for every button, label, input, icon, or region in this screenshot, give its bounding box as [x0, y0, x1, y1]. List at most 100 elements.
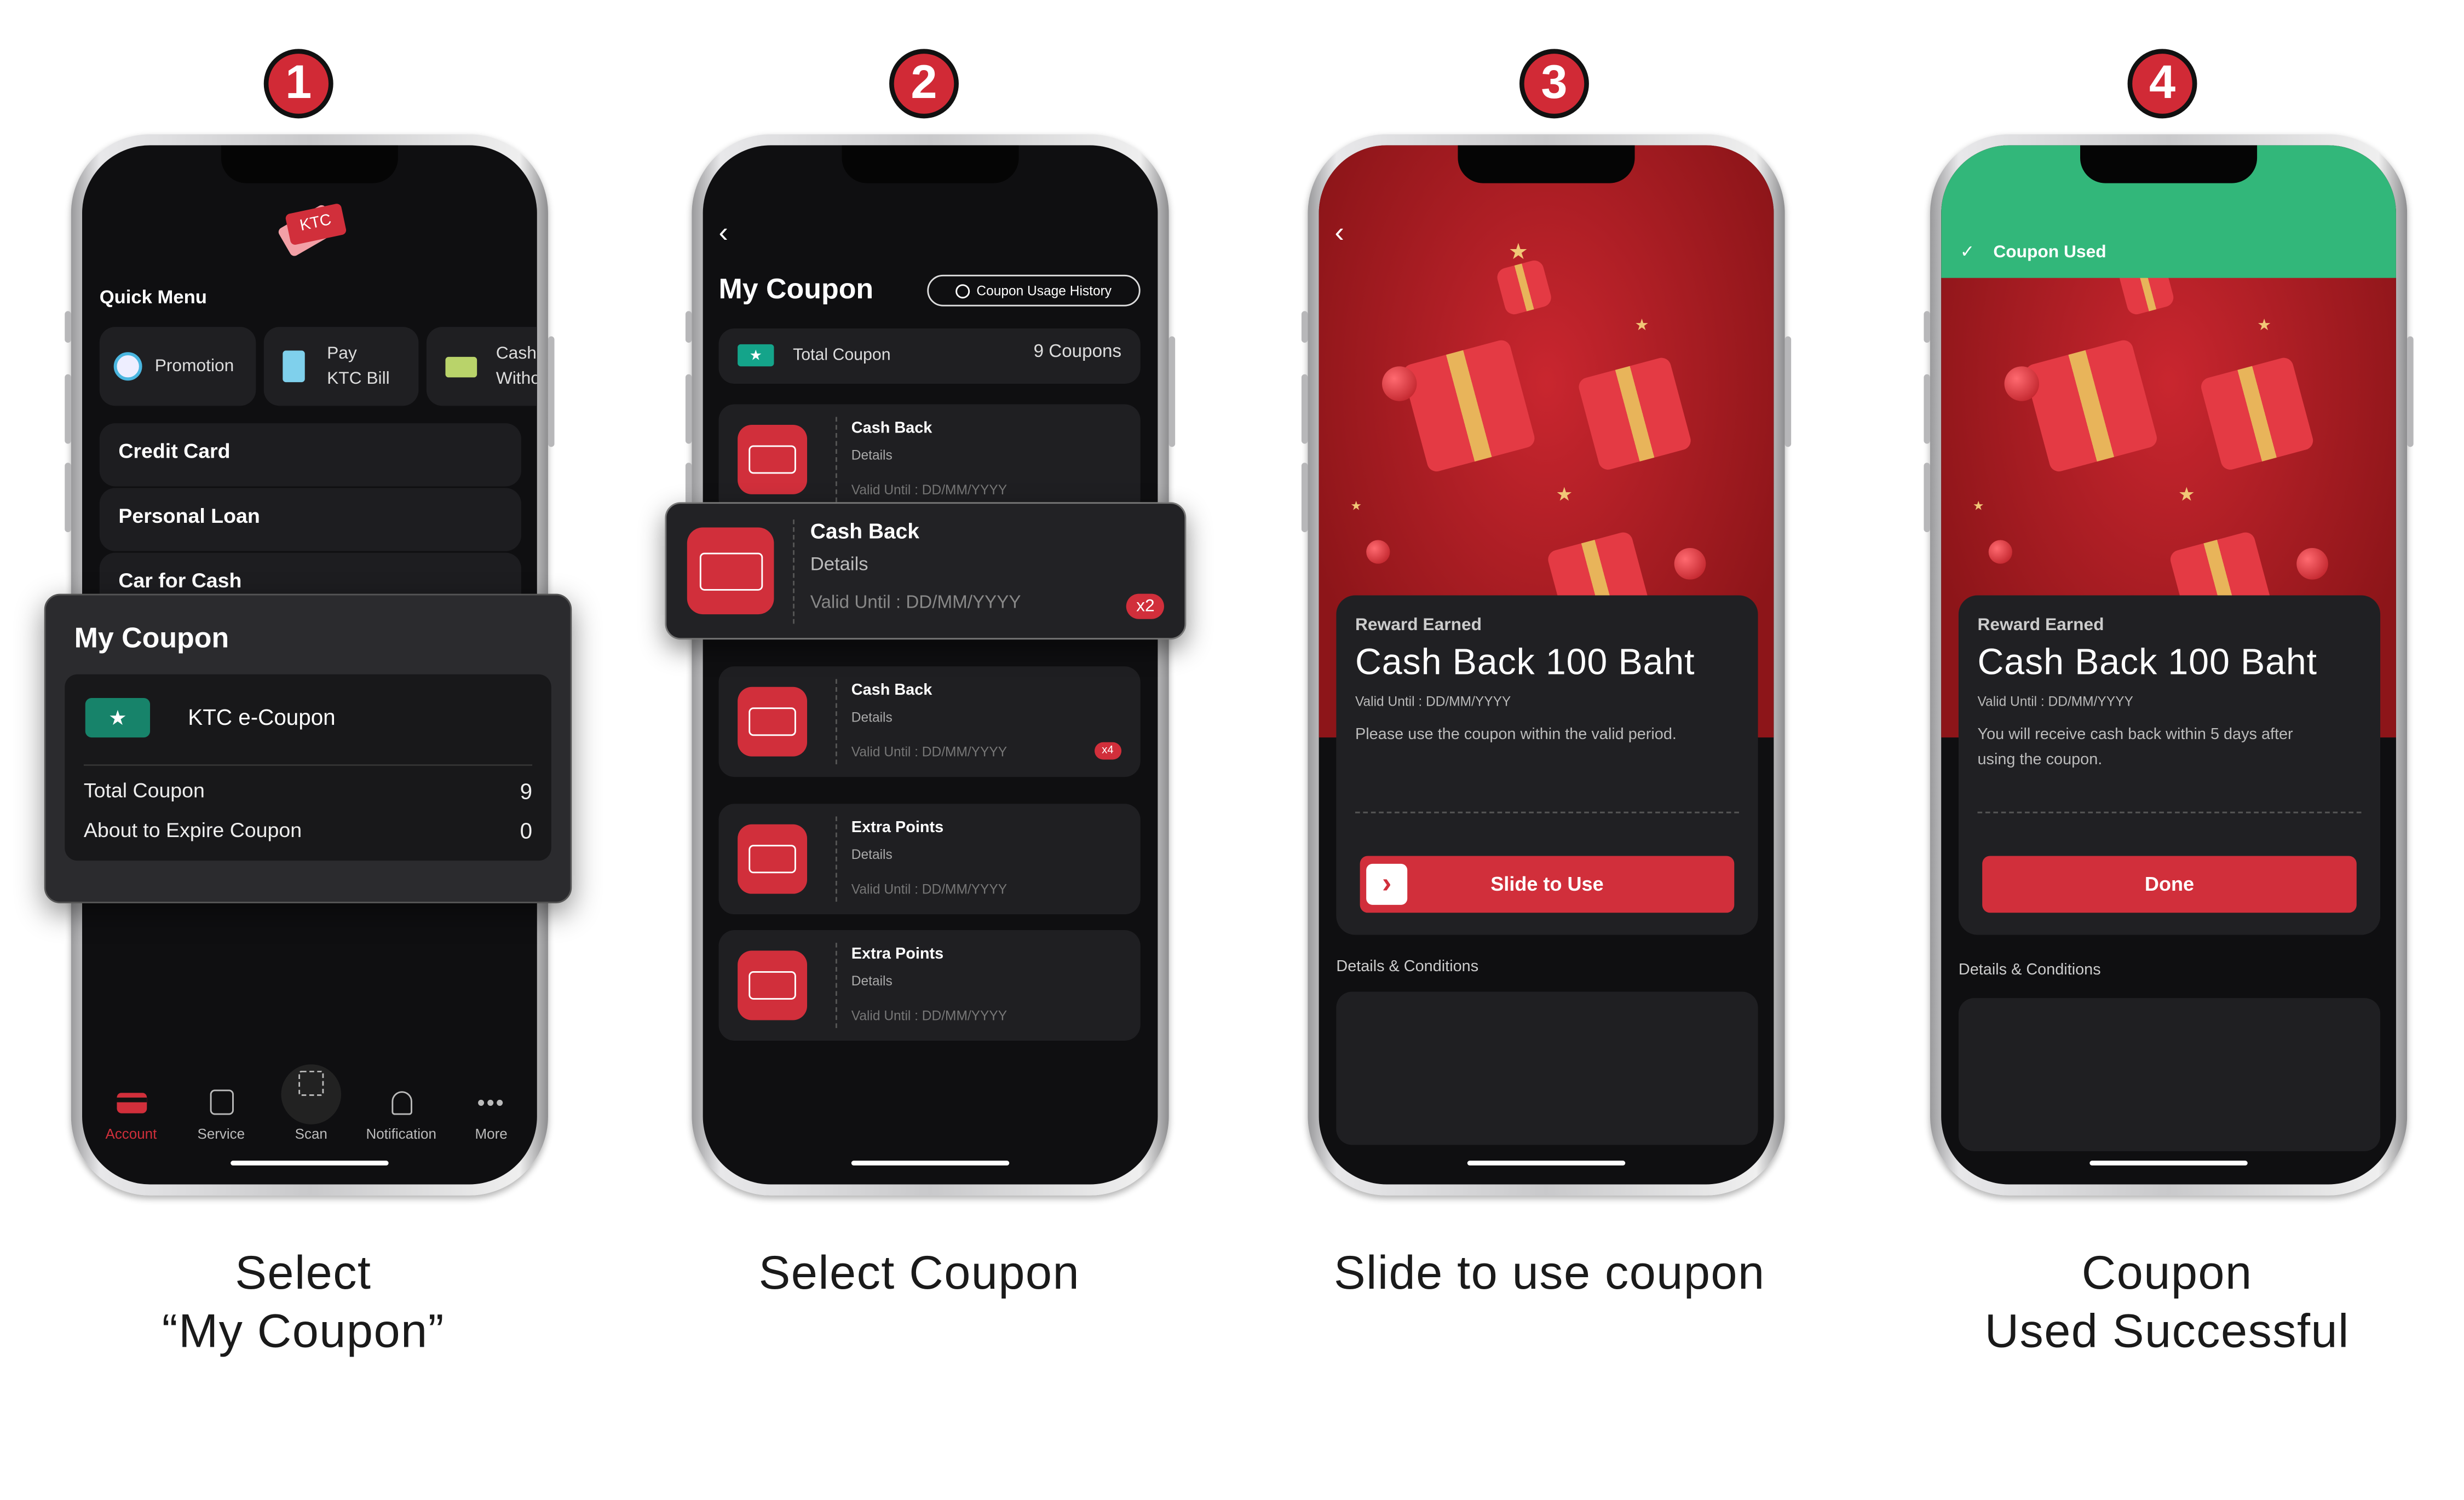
- step-badge-1: 1: [263, 49, 333, 119]
- home-indicator: [2089, 1161, 2248, 1166]
- nav-scan[interactable]: Scan: [267, 1070, 355, 1142]
- coupon-valid: Valid Until : DD/MM/YYYY: [851, 1007, 1008, 1024]
- my-coupon-title: My Coupon: [74, 622, 229, 654]
- gift-box-icon: [1401, 338, 1537, 474]
- nav-account[interactable]: Account: [87, 1087, 176, 1142]
- menu-row-personal-loan[interactable]: Personal Loan: [99, 488, 521, 551]
- done-button[interactable]: Done: [1982, 856, 2357, 913]
- gift-box-icon: [2023, 338, 2159, 474]
- store-icon: [209, 1089, 233, 1115]
- gift-box-icon: [1576, 355, 1693, 472]
- slide-label: Slide to Use: [1490, 873, 1604, 896]
- magnifier-question-icon: [113, 352, 142, 381]
- nav-label: Scan: [295, 1126, 327, 1142]
- nav-notification[interactable]: Notification: [357, 1087, 446, 1142]
- ornament-icon: [1674, 547, 1706, 580]
- phone-2: ‹ My Coupon Coupon Usage History ★ Total…: [685, 134, 1176, 1196]
- coupon-card[interactable]: Cash Back Details Valid Until : DD/MM/YYYY: [718, 404, 1141, 515]
- coupon-usage-history-button[interactable]: Coupon Usage History: [927, 274, 1141, 307]
- notch: [842, 145, 1019, 183]
- total-coupon-bar: ★ Total Coupon 9 Coupons: [718, 328, 1141, 384]
- details-conditions-box: [1958, 998, 2381, 1151]
- side-button: [65, 463, 71, 533]
- nav-label: More: [475, 1126, 508, 1142]
- coupon-count-badge: x4: [1093, 742, 1122, 760]
- ticket-icon: [738, 824, 808, 894]
- coupon-valid: Valid Until : DD/MM/YYYY: [810, 593, 1021, 613]
- menu-row-credit-card[interactable]: Credit Card: [99, 423, 521, 487]
- step-caption-2: Select Coupon: [635, 1244, 1204, 1303]
- back-chevron-icon[interactable]: ‹: [718, 216, 728, 250]
- cash-icon: [445, 356, 477, 377]
- nav-service[interactable]: Service: [177, 1087, 266, 1142]
- more-icon: •••: [477, 1089, 505, 1115]
- ktc-logo: KTC: [277, 203, 347, 258]
- nav-label: Service: [197, 1126, 245, 1142]
- quick-menu-pay-bill[interactable]: Pay KTC Bill: [263, 327, 419, 406]
- ticket-icon: [738, 950, 808, 1020]
- star-icon: ★: [1508, 238, 1529, 264]
- nav-more[interactable]: ••• More: [447, 1087, 536, 1142]
- button-label: Coupon Usage History: [976, 282, 1112, 299]
- reward-title: Cash Back 100 Baht: [1355, 641, 1695, 683]
- details-conditions-label: Details & Conditions: [1958, 961, 2101, 979]
- nav-label: Account: [105, 1126, 157, 1142]
- tile-label: Promotion: [154, 356, 234, 376]
- expire-coupon-value: 0: [520, 818, 533, 844]
- coupon-card[interactable]: Extra Points Details Valid Until : DD/MM/Y…: [718, 804, 1141, 915]
- dashed-divider: [1355, 811, 1739, 814]
- ornament-icon: [1988, 540, 2012, 564]
- star-icon: ★: [1350, 499, 1362, 514]
- home-indicator: [231, 1161, 389, 1166]
- ornament-icon: [1382, 366, 1417, 401]
- coupon-ticket-icon: ★: [85, 697, 151, 738]
- chevron-right-icon[interactable]: ›: [1366, 863, 1408, 905]
- my-coupon-card[interactable]: My Coupon ★ KTC e-Coupon Total Coupon 9 …: [44, 593, 572, 903]
- coupon-title: Extra Points: [851, 945, 944, 964]
- tile-label: Pay: [327, 344, 357, 364]
- coupon-valid: Valid Until : DD/MM/YYYY: [851, 881, 1008, 897]
- quick-menu-cash-withdraw[interactable]: Cash Witho: [426, 327, 537, 406]
- coupon-details: Details: [851, 846, 893, 862]
- selected-coupon-card[interactable]: Cash Back Details Valid Until : DD/MM/YY…: [665, 502, 1187, 640]
- tile-label: Witho: [496, 369, 537, 389]
- coupon-count-badge: x2: [1126, 593, 1164, 619]
- step-caption-4: Coupon Used Successful: [1882, 1244, 2451, 1361]
- star-icon: ★: [2257, 317, 2271, 335]
- total-coupon-value: 9 Coupons: [1033, 342, 1122, 362]
- reward-label: Reward Earned: [1977, 615, 2104, 635]
- step-caption-3: Slide to use coupon: [1265, 1244, 1834, 1303]
- coupon-title: Cash Back: [851, 420, 932, 438]
- reward-message: Please use the coupon within the valid p…: [1355, 726, 1677, 744]
- notch: [2080, 145, 2258, 183]
- step-badge-2: 2: [889, 49, 959, 119]
- screen-coupon-used: ★★★★ ✓ Coupon Used Reward Earned Cash Ba…: [1941, 145, 2396, 1185]
- ticket-icon: [738, 686, 808, 757]
- reward-valid: Valid Until : DD/MM/YYYY: [1977, 693, 2133, 709]
- quick-menu-promotion[interactable]: Promotion: [99, 327, 256, 406]
- details-conditions-label: Details & Conditions: [1336, 958, 1479, 976]
- coupon-used-label: Coupon Used: [1993, 243, 2106, 262]
- coupon-card[interactable]: Extra Points Details Valid Until : DD/MM/Y…: [718, 930, 1141, 1041]
- coupon-title: Cash Back: [851, 682, 932, 700]
- total-coupon-label: Total Coupon: [83, 778, 205, 803]
- star-icon: ★: [2178, 483, 2195, 506]
- ticket-icon: [738, 424, 808, 494]
- caption-line: Coupon: [2081, 1247, 2253, 1300]
- screen-coupon-detail: ★ ★ ★ ★ ‹ Reward Earned Cash Back 100 Baht …: [1319, 145, 1774, 1185]
- ticket-icon: [687, 527, 774, 615]
- coupon-card[interactable]: Cash Back Details Valid Until : DD/MM/YYYY…: [718, 666, 1141, 777]
- phone-3: ★ ★ ★ ★ ‹ Reward Earned Cash Back 100 Baht …: [1301, 134, 1792, 1196]
- bell-icon: [390, 1090, 412, 1115]
- total-coupon-label: Total Coupon: [793, 345, 891, 365]
- coupon-valid: Valid Until : DD/MM/YYYY: [851, 743, 1008, 760]
- coupon-details: Details: [810, 552, 868, 575]
- coupon-details: Details: [851, 972, 893, 989]
- check-icon: ✓: [1960, 243, 1975, 262]
- page-title: My Coupon: [718, 273, 874, 305]
- reward-card: Reward Earned Cash Back 100 Baht Valid U…: [1336, 595, 1758, 935]
- back-chevron-icon[interactable]: ‹: [1334, 216, 1344, 250]
- ornament-icon: [2004, 366, 2040, 401]
- nav-label: Notification: [366, 1126, 436, 1142]
- slide-to-use-slider[interactable]: › Slide to Use: [1360, 856, 1735, 913]
